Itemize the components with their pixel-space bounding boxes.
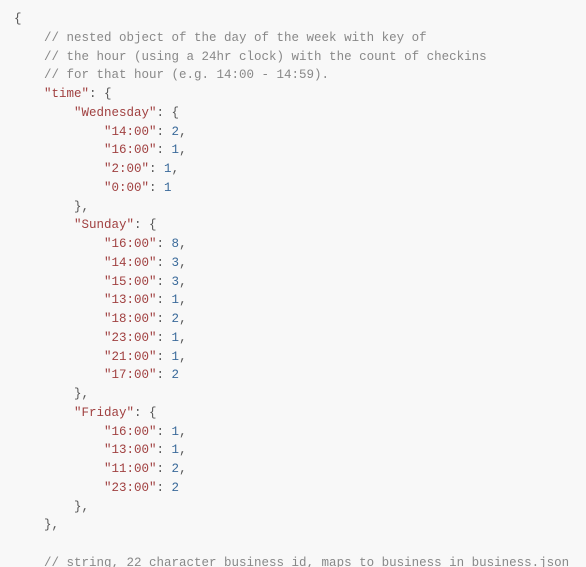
hour-val: 1: [164, 181, 172, 195]
hour-key: "16:00": [104, 425, 157, 439]
hour-val: 1: [172, 425, 180, 439]
day-sunday: "Sunday": [74, 218, 134, 232]
hour-val: 1: [172, 443, 180, 457]
hour-val: 1: [164, 162, 172, 176]
hour-key: "21:00": [104, 350, 157, 364]
hour-key: "18:00": [104, 312, 157, 326]
hour-key: "17:00": [104, 368, 157, 382]
hour-key: "13:00": [104, 293, 157, 307]
comment-line-2: // the hour (using a 24hr clock) with th…: [44, 50, 487, 64]
hour-key: "15:00": [104, 275, 157, 289]
comment-line-1: // nested object of the day of the week …: [44, 31, 427, 45]
hour-val: 8: [172, 237, 180, 251]
hour-val: 2: [172, 481, 180, 495]
hour-val: 1: [172, 331, 180, 345]
hour-key: "23:00": [104, 481, 157, 495]
hour-key: "14:00": [104, 256, 157, 270]
hour-val: 1: [172, 350, 180, 364]
comment-line-4: // string, 22 character business id, map…: [44, 556, 569, 567]
hour-val: 1: [172, 143, 180, 157]
hour-val: 2: [172, 125, 180, 139]
hour-key: "14:00": [104, 125, 157, 139]
hour-key: "0:00": [104, 181, 149, 195]
hour-val: 2: [172, 462, 180, 476]
hour-val: 1: [172, 293, 180, 307]
brace-open: {: [14, 12, 22, 26]
hour-key: "23:00": [104, 331, 157, 345]
comment-line-3: // for that hour (e.g. 14:00 - 14:59).: [44, 68, 329, 82]
hour-val: 2: [172, 368, 180, 382]
hour-key: "11:00": [104, 462, 157, 476]
time-key: "time": [44, 87, 89, 101]
day-friday: "Friday": [74, 406, 134, 420]
hour-key: "13:00": [104, 443, 157, 457]
hour-key: "16:00": [104, 143, 157, 157]
hour-val: 3: [172, 275, 180, 289]
hour-val: 3: [172, 256, 180, 270]
code-block: { // nested object of the day of the wee…: [0, 0, 586, 567]
day-wednesday: "Wednesday": [74, 106, 157, 120]
hour-key: "2:00": [104, 162, 149, 176]
hour-key: "16:00": [104, 237, 157, 251]
hour-val: 2: [172, 312, 180, 326]
